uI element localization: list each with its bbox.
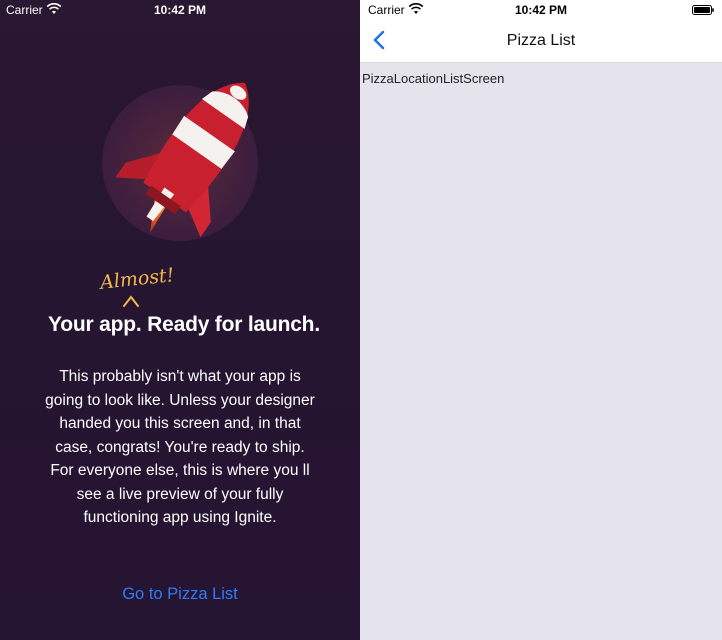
description-line: For everyone else, this is where you ll	[50, 462, 310, 479]
status-time: 10:42 PM	[514, 3, 568, 17]
description-line: This probably isn't what your app is	[59, 368, 301, 385]
status-bar: Carrier 10:42 PM	[0, 0, 360, 20]
battery-icon	[692, 5, 714, 15]
go-to-pizza-list-link[interactable]: Go to Pizza List	[0, 585, 360, 604]
hero-title: Your app. Ready for launch.	[48, 313, 320, 336]
caret-icon	[123, 295, 139, 307]
screen-name-label: PizzaLocationListScreen	[362, 71, 505, 86]
hero-description: This probably isn't what your app is goi…	[30, 365, 330, 530]
description-line: functioning app using Ignite.	[83, 509, 277, 526]
launch-screen: Carrier 10:42 PM Almost! Your app. Ready…	[0, 0, 360, 640]
rocket-icon	[102, 82, 258, 241]
description-line: handed you this screen and, in that	[59, 415, 301, 432]
page-title: Pizza List	[506, 32, 576, 49]
description-line: case, congrats! You're ready to ship.	[55, 438, 305, 456]
status-bar: Carrier 10:42 PM	[360, 0, 722, 20]
status-time: 10:42 PM	[153, 3, 207, 17]
navigation-bar: Pizza List	[360, 20, 722, 63]
description-line: see a live preview of your fully	[76, 485, 284, 503]
description-line: going to look like. Unless your designer	[45, 391, 315, 409]
almost-tagline: Almost!	[99, 264, 176, 294]
pizza-list-screen: Carrier 10:42 PM Pizza List PizzaLocatio…	[360, 0, 722, 640]
